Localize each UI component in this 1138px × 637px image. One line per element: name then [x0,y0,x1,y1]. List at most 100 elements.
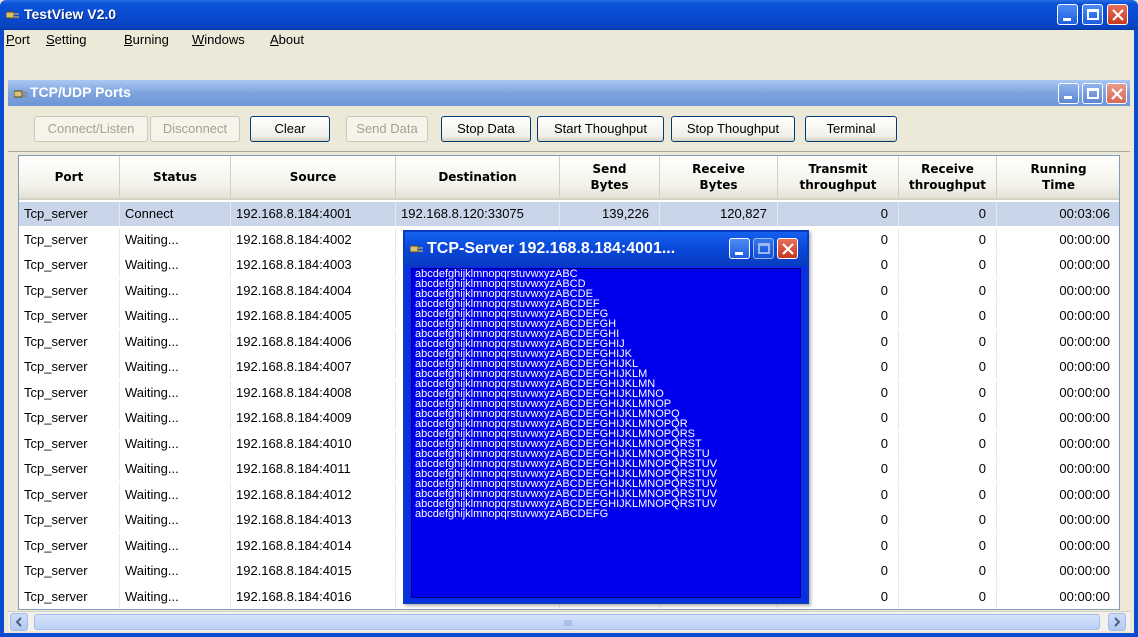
child-window-title: TCP/UDP Ports [30,84,131,100]
table-cell: 0 [899,380,997,405]
table-cell: 00:00:00 [997,432,1119,456]
connect-listen-button[interactable]: Connect/Listen [34,116,148,142]
child-minimize-button[interactable] [1058,83,1079,104]
disconnect-button[interactable]: Disconnect [150,116,240,142]
maximize-button[interactable] [1082,4,1103,25]
table-cell: Tcp_server [19,202,120,226]
minimize-icon [1064,96,1072,99]
table-cell: 00:00:00 [997,355,1119,379]
send-data-button[interactable]: Send Data [346,116,428,142]
menu-port-mnemonic: P [6,32,15,47]
table-cell: 192.168.8.184:4016 [231,584,396,609]
table-cell: 00:00:00 [997,483,1119,507]
table-cell: 0 [899,584,997,609]
table-cell: Tcp_server [19,329,120,354]
scroll-left-button[interactable] [10,613,28,631]
table-cell: 192.168.8.184:4003 [231,253,396,277]
popup-maximize-button[interactable] [753,238,774,259]
column-header[interactable]: Receive Bytes [660,156,778,200]
table-row[interactable]: Tcp_server Connect 192.168.8.184:4001 192.1… [19,202,1119,226]
start-throughput-button[interactable]: Start Thoughput [537,116,664,142]
menu-bar: Port Setting Burning Windows About [0,30,1138,50]
column-header[interactable]: Destination [396,156,560,200]
tcp-server-window[interactable]: TCP-Server 192.168.8.184:4001... abcdefg… [403,230,809,604]
menu-setting[interactable]: Setting [46,32,86,47]
terminal-output[interactable]: abcdefghijklmnopqrstuvwxyzABC abcdefghijk… [411,268,801,598]
table-cell: Waiting... [120,559,231,583]
minimize-button[interactable] [1057,4,1078,25]
table-cell: 0 [899,559,997,583]
maximize-icon [1087,9,1099,20]
clear-button[interactable]: Clear [250,116,330,142]
table-cell: 120,827 [660,202,778,226]
menu-setting-mnemonic: S [46,32,55,47]
popup-close-button[interactable] [777,238,798,259]
menu-about-mnemonic: A [270,32,279,47]
column-header[interactable]: Transmit throughput [778,156,899,200]
table-cell: Waiting... [120,431,231,456]
table-cell: Waiting... [120,508,231,532]
table-cell: 192.168.8.184:4004 [231,278,396,303]
table-cell: 0 [899,533,997,558]
menu-windows[interactable]: Windows [192,32,245,47]
terminal-button[interactable]: Terminal [805,116,897,142]
table-cell: 00:03:06 [997,202,1119,226]
popup-plug-icon [410,245,423,253]
table-cell: Waiting... [120,533,231,558]
table-cell: Tcp_server [19,304,120,328]
minimize-icon [735,252,743,255]
column-header[interactable]: Receive throughput [899,156,997,200]
child-window-title-bar: TCP/UDP Ports [8,80,1130,106]
menu-about[interactable]: About [270,32,304,47]
scroll-thumb[interactable] [34,614,1100,630]
column-header[interactable]: Source [231,156,396,200]
table-cell: 192.168.8.120:33075 [396,202,560,226]
table-cell: 00:00:00 [997,406,1119,430]
table-cell: Tcp_server [19,380,120,405]
menu-burning-mnemonic: B [124,32,133,47]
close-button[interactable] [1107,4,1128,25]
app-title-bar: TestView V2.0 [0,0,1138,30]
stop-throughput-button[interactable]: Stop Thoughput [671,116,795,142]
table-cell: 00:00:00 [997,457,1119,481]
table-cell: Tcp_server [19,227,120,252]
menu-setting-rest: etting [54,32,87,47]
table-cell: 00:00:00 [997,508,1119,532]
table-cell: 192.168.8.184:4008 [231,380,396,405]
child-maximize-button[interactable] [1082,83,1103,104]
table-cell: 192.168.8.184:4007 [231,355,396,379]
child-plug-icon [14,90,27,98]
popup-minimize-button[interactable] [729,238,750,259]
column-header[interactable]: Running Time [997,156,1119,200]
horizontal-scrollbar[interactable] [8,611,1130,631]
table-cell: Waiting... [120,380,231,405]
table-cell: 00:00:00 [997,330,1119,354]
table-cell: Waiting... [120,304,231,328]
table-cell: Waiting... [120,253,231,277]
menu-burning[interactable]: Burning [124,32,169,47]
menu-port[interactable]: Port [6,32,30,47]
menu-about-rest: bout [278,32,304,47]
table-cell: 139,226 [560,202,660,226]
table-cell: 0 [899,431,997,456]
scroll-right-button[interactable] [1108,613,1126,631]
maximize-icon [758,243,770,254]
column-header[interactable]: Status [120,156,231,200]
menu-port-rest: ort [14,32,30,47]
column-header[interactable]: Port [19,156,120,200]
table-cell: 00:00:00 [997,585,1119,609]
table-cell: Tcp_server [19,431,120,456]
column-header[interactable]: Send Bytes [560,156,660,200]
table-cell: 0 [899,406,997,430]
table-cell: 0 [899,253,997,277]
chevron-left-icon [15,617,22,627]
table-cell: 192.168.8.184:4006 [231,329,396,354]
table-cell: Waiting... [120,329,231,354]
table-cell: Waiting... [120,584,231,609]
table-cell: 0 [899,482,997,507]
table-cell: Tcp_server [19,355,120,379]
child-close-button[interactable] [1106,83,1127,104]
stop-data-button[interactable]: Stop Data [441,116,531,142]
app-title: TestView V2.0 [24,6,117,22]
table-cell: 00:00:00 [997,253,1119,277]
